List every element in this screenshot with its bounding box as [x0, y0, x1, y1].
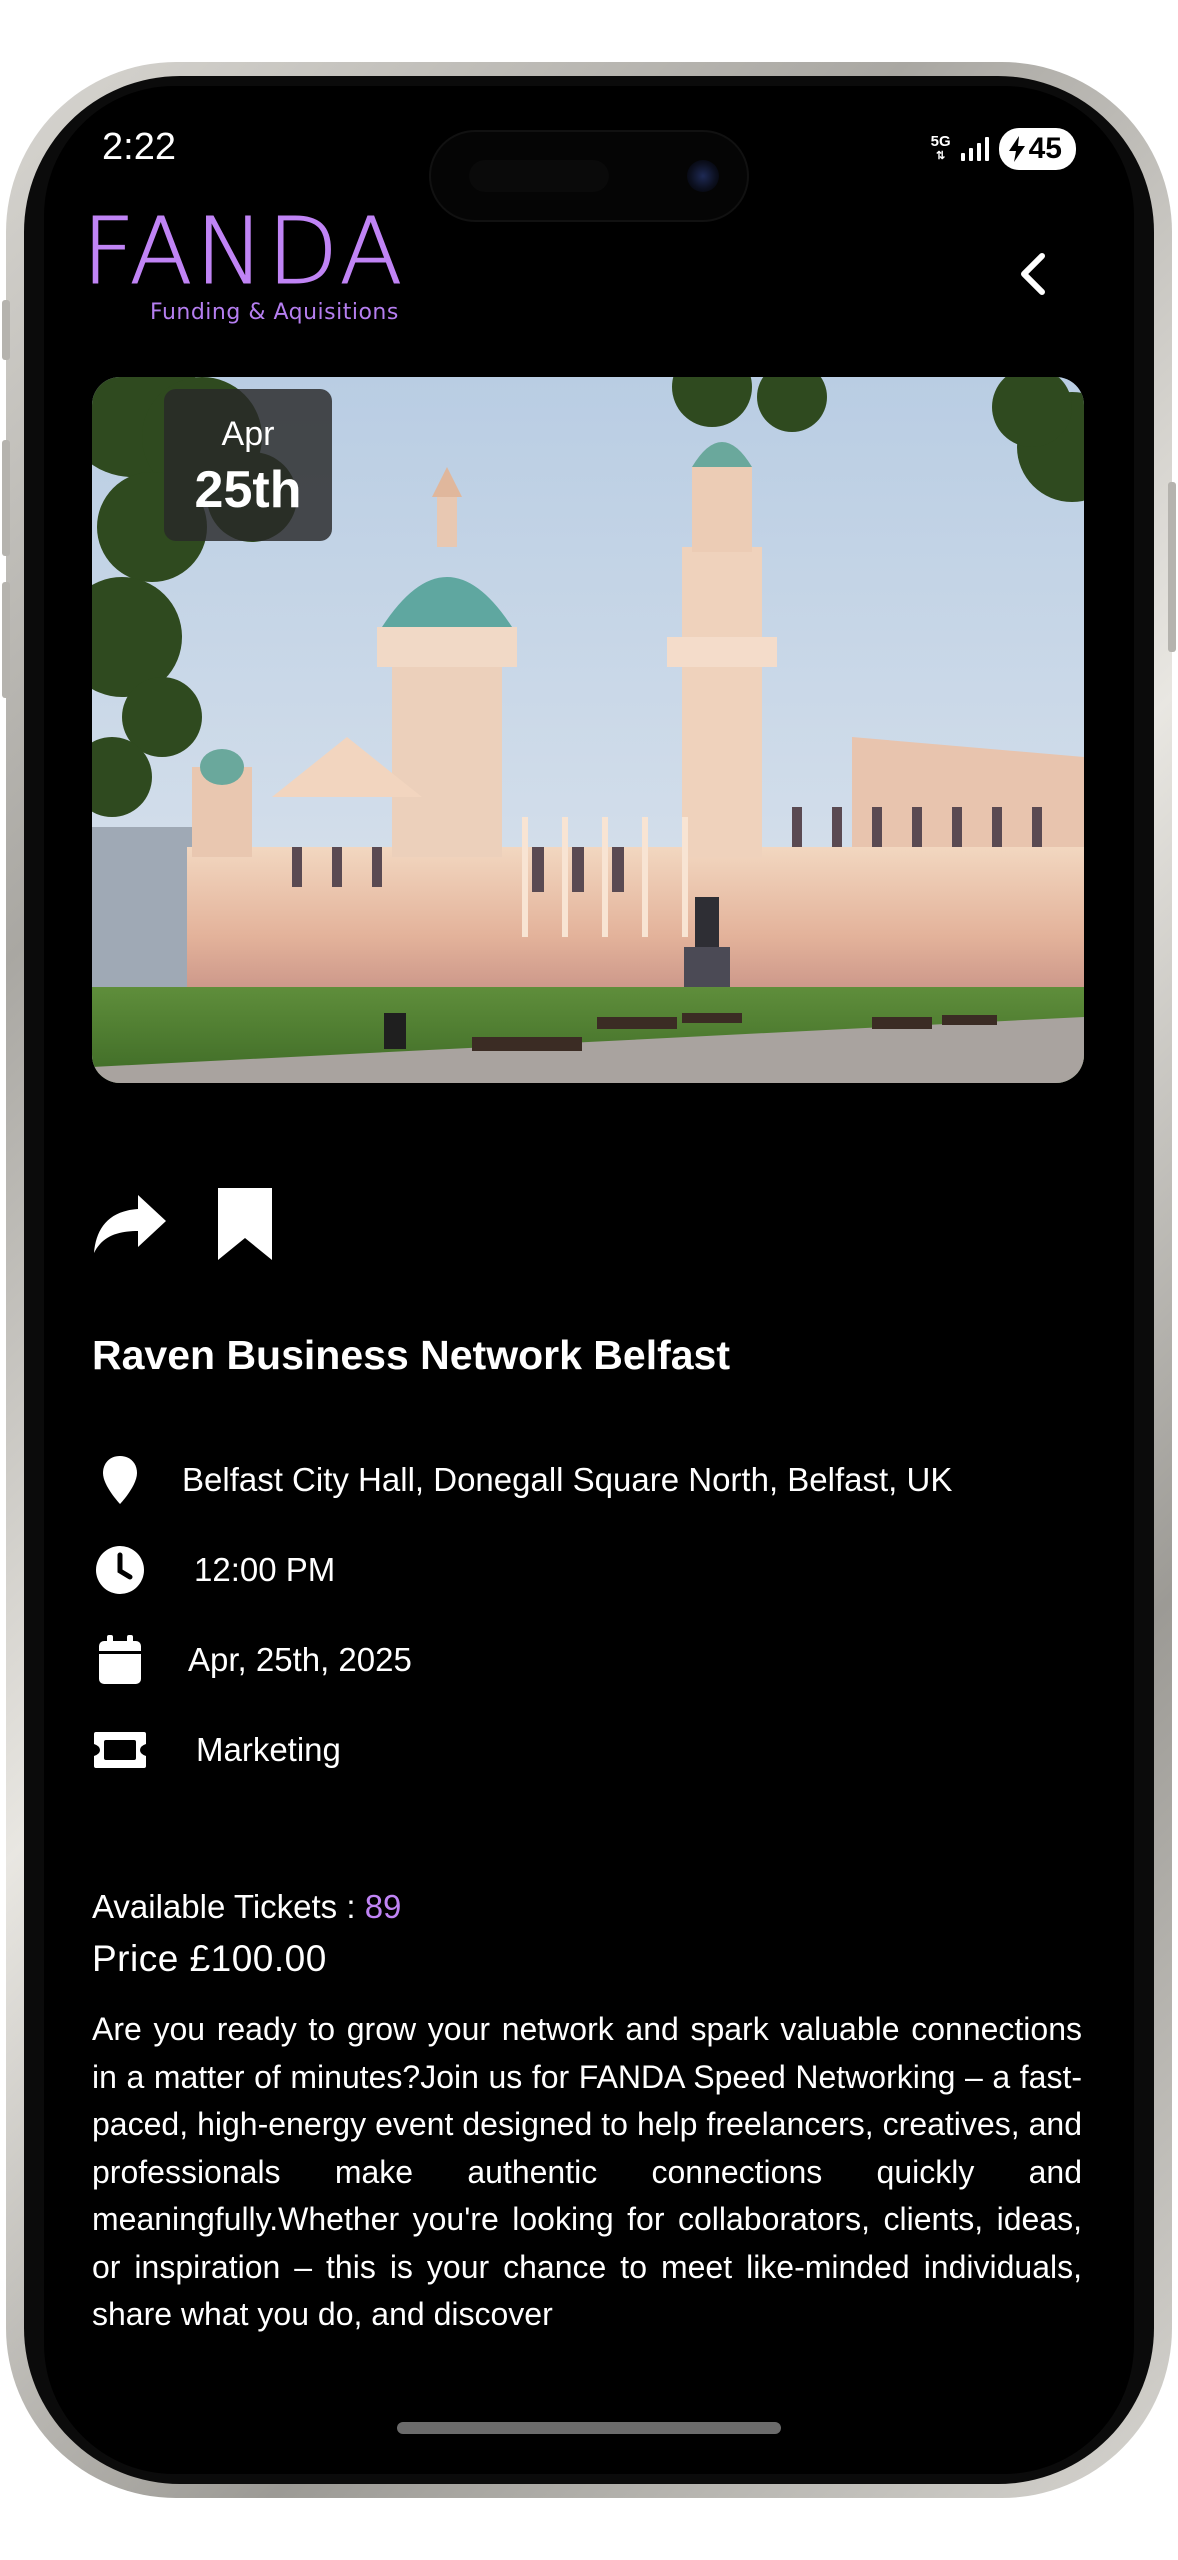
- available-tickets: Available Tickets : 89: [92, 1888, 401, 1926]
- volume-down-button: [2, 582, 10, 698]
- badge-month: Apr: [221, 415, 275, 453]
- app-logo: FANDA Funding & Aquisitions: [81, 198, 406, 325]
- logo-subtitle: Funding & Aquisitions: [150, 300, 399, 325]
- back-button[interactable]: [1004, 246, 1060, 302]
- bookmark-icon: [218, 1188, 272, 1260]
- battery-icon: 45: [998, 128, 1076, 170]
- event-price: Price £100.00: [92, 1938, 327, 1979]
- event-time: 12:00 PM: [194, 1551, 336, 1588]
- dynamic-island: [429, 130, 749, 222]
- tickets-count: 89: [364, 1888, 402, 1925]
- location-row: Belfast City Hall, Donegall Square North…: [92, 1452, 952, 1508]
- time-row: 12:00 PM: [92, 1542, 335, 1598]
- calendar-icon: [92, 1632, 148, 1688]
- action-button: [2, 300, 10, 360]
- category-row: Marketing: [92, 1722, 341, 1778]
- battery-level: 45: [1028, 132, 1062, 165]
- signal-icon: [960, 137, 989, 161]
- date-row: Apr, 25th, 2025: [92, 1632, 412, 1688]
- event-date: Apr, 25th, 2025: [188, 1641, 412, 1678]
- network-icon: 5G ⇅: [930, 133, 951, 162]
- status-time: 2:22: [102, 126, 176, 168]
- sensor: [469, 160, 609, 192]
- event-actions: [92, 1186, 274, 1267]
- home-indicator[interactable]: [397, 2422, 781, 2434]
- share-icon: [94, 1195, 166, 1253]
- event-location: Belfast City Hall, Donegall Square North…: [182, 1461, 953, 1498]
- logo-title: FANDA: [81, 198, 406, 305]
- chevron-left-icon: [1021, 253, 1045, 295]
- network-label: 5G: [930, 133, 951, 150]
- camera-icon: [687, 160, 719, 192]
- bookmark-button[interactable]: [216, 1186, 274, 1267]
- app-screen: 2:22 5G ⇅ 45 FANDA Funding & Aquisitions: [44, 86, 1134, 2474]
- event-category: Marketing: [196, 1731, 341, 1768]
- status-indicators: 5G ⇅ 45: [931, 128, 1076, 170]
- clock-icon: [92, 1542, 148, 1598]
- date-badge: Apr 25th: [164, 389, 332, 541]
- power-button: [1168, 482, 1176, 652]
- share-button[interactable]: [92, 1193, 168, 1260]
- event-image: Apr 25th: [92, 377, 1084, 1083]
- event-description: Are you ready to grow your network and s…: [92, 2011, 1082, 2332]
- location-pin-icon: [92, 1452, 148, 1508]
- tickets-label: Available Tickets :: [92, 1888, 365, 1925]
- charging-bolt-icon: [1008, 136, 1025, 162]
- ticket-icon: [92, 1722, 148, 1778]
- badge-day: 25th: [194, 461, 302, 519]
- event-title: Raven Business Network Belfast: [92, 1332, 731, 1378]
- volume-up-button: [2, 440, 10, 556]
